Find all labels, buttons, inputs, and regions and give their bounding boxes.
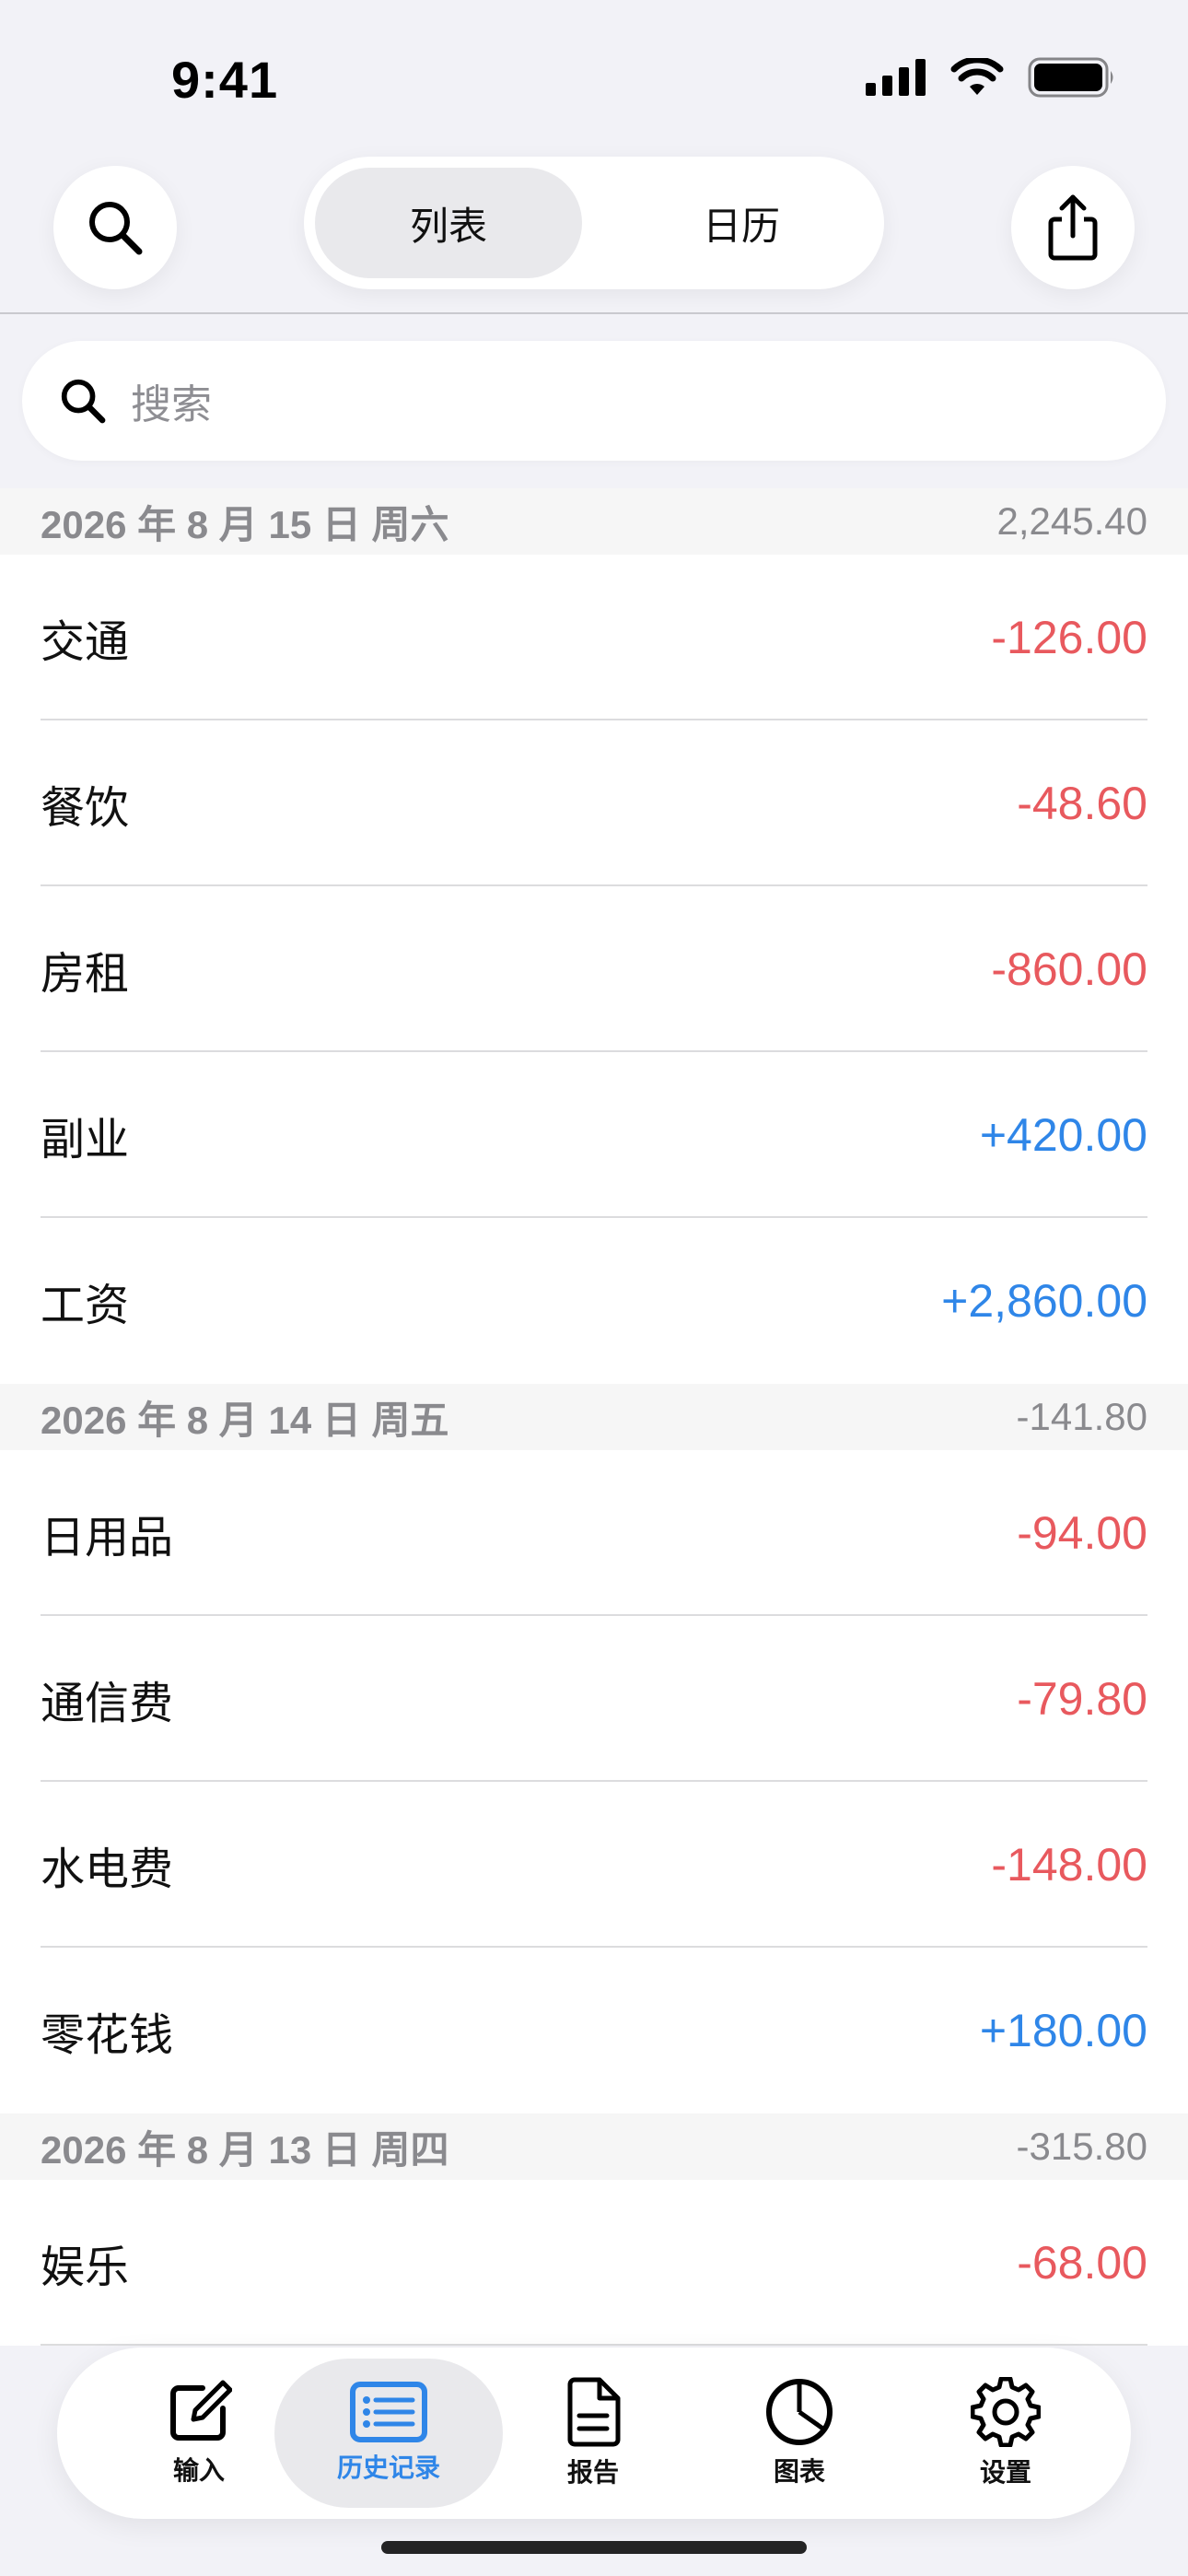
transaction-row[interactable]: 交通 -126.00 [0, 555, 1188, 720]
transaction-amount: -48.60 [1017, 778, 1147, 829]
share-icon [1048, 194, 1098, 261]
status-time: 9:41 [171, 51, 279, 109]
search-placeholder: 搜索 [131, 382, 212, 427]
transaction-amount: +2,860.00 [941, 1275, 1147, 1327]
tab-label: 设置 [979, 2458, 1031, 2487]
transaction-category: 通信费 [41, 1680, 174, 1728]
transaction-amount: -126.00 [991, 612, 1147, 663]
transaction-list: 2026 年 8 月 15 日 周六 2,245.40 交通 -126.00 餐… [0, 488, 1188, 2346]
search-field-icon [59, 375, 111, 427]
transaction-category: 房租 [41, 950, 130, 999]
tab-label: 历史记录 [336, 2453, 440, 2482]
transaction-category: 娱乐 [41, 2243, 130, 2292]
pie-chart-icon [766, 2379, 833, 2445]
transaction-row[interactable]: 日用品 -94.00 [0, 1450, 1188, 1616]
segment-list[interactable]: 列表 [315, 168, 582, 278]
search-button[interactable] [53, 166, 177, 289]
transaction-amount: -94.00 [1017, 1507, 1147, 1559]
tab-report[interactable]: 报告 [492, 2359, 694, 2508]
section-date: 2026 年 8 月 13 日 周四 [41, 2127, 449, 2172]
transaction-row[interactable]: 水电费 -148.00 [0, 1782, 1188, 1948]
home-indicator [381, 2541, 807, 2554]
tab-settings[interactable]: 设置 [904, 2359, 1107, 2508]
compose-icon [170, 2380, 232, 2441]
tab-label: 图表 [773, 2457, 825, 2486]
section-header: 2026 年 8 月 13 日 周四 -315.80 [0, 2113, 1188, 2180]
transaction-amount: -68.00 [1017, 2237, 1147, 2289]
battery-icon [1028, 57, 1113, 98]
section-total: 2,245.40 [996, 499, 1148, 543]
transaction-row[interactable]: 副业 +420.00 [0, 1052, 1188, 1218]
tab-input[interactable]: 输入 [98, 2359, 300, 2508]
wifi-icon [950, 58, 1004, 95]
segment-calendar[interactable]: 日历 [608, 168, 875, 278]
transaction-amount: +180.00 [979, 2005, 1147, 2056]
transaction-amount: -79.80 [1017, 1673, 1147, 1725]
transaction-category: 餐饮 [41, 784, 130, 833]
section-date: 2026 年 8 月 14 日 周五 [41, 1398, 449, 1442]
transaction-row[interactable]: 零花钱 +180.00 [0, 1948, 1188, 2113]
document-icon [567, 2377, 621, 2447]
section-total: -141.80 [1016, 1395, 1147, 1438]
gear-icon [971, 2377, 1041, 2447]
list-icon [350, 2382, 427, 2442]
tab-bar: 输入 历史记录 报告 图表 设置 [57, 2348, 1131, 2519]
transaction-category: 副业 [41, 1116, 130, 1165]
search-icon [89, 202, 143, 255]
transaction-amount: +420.00 [979, 1109, 1147, 1161]
transaction-category: 日用品 [41, 1514, 174, 1563]
tab-chart[interactable]: 图表 [698, 2359, 901, 2508]
view-segmented-control: 列表 日历 [304, 157, 884, 289]
status-bar: 9:41 [0, 0, 1188, 157]
section-header: 2026 年 8 月 15 日 周六 2,245.40 [0, 488, 1188, 555]
status-icons [866, 57, 1116, 98]
tab-label: 报告 [566, 2458, 619, 2487]
tab-history[interactable]: 历史记录 [274, 2359, 503, 2508]
tab-label: 输入 [172, 2456, 225, 2485]
transaction-row[interactable]: 餐饮 -48.60 [0, 720, 1188, 886]
transaction-row[interactable]: 房租 -860.00 [0, 886, 1188, 1052]
search-icon [61, 379, 106, 424]
share-button[interactable] [1011, 166, 1135, 289]
nav-divider [0, 312, 1188, 314]
section-header: 2026 年 8 月 14 日 周五 -141.80 [0, 1384, 1188, 1450]
transaction-category: 零花钱 [41, 2011, 174, 2060]
top-navigation: 列表 日历 [0, 157, 1188, 313]
search-field[interactable]: 搜索 [22, 341, 1166, 461]
section-date: 2026 年 8 月 15 日 周六 [41, 502, 449, 546]
transaction-row[interactable]: 工资 +2,860.00 [0, 1218, 1188, 1384]
cellular-signal-icon [866, 59, 926, 96]
transaction-category: 水电费 [41, 1845, 174, 1894]
transaction-category: 交通 [41, 618, 130, 667]
transaction-row[interactable]: 通信费 -79.80 [0, 1616, 1188, 1782]
transaction-amount: -148.00 [991, 1839, 1147, 1891]
transaction-row[interactable]: 娱乐 -68.00 [0, 2180, 1188, 2346]
transaction-category: 工资 [41, 1282, 130, 1330]
transaction-amount: -860.00 [991, 943, 1147, 995]
section-total: -315.80 [1016, 2125, 1147, 2168]
